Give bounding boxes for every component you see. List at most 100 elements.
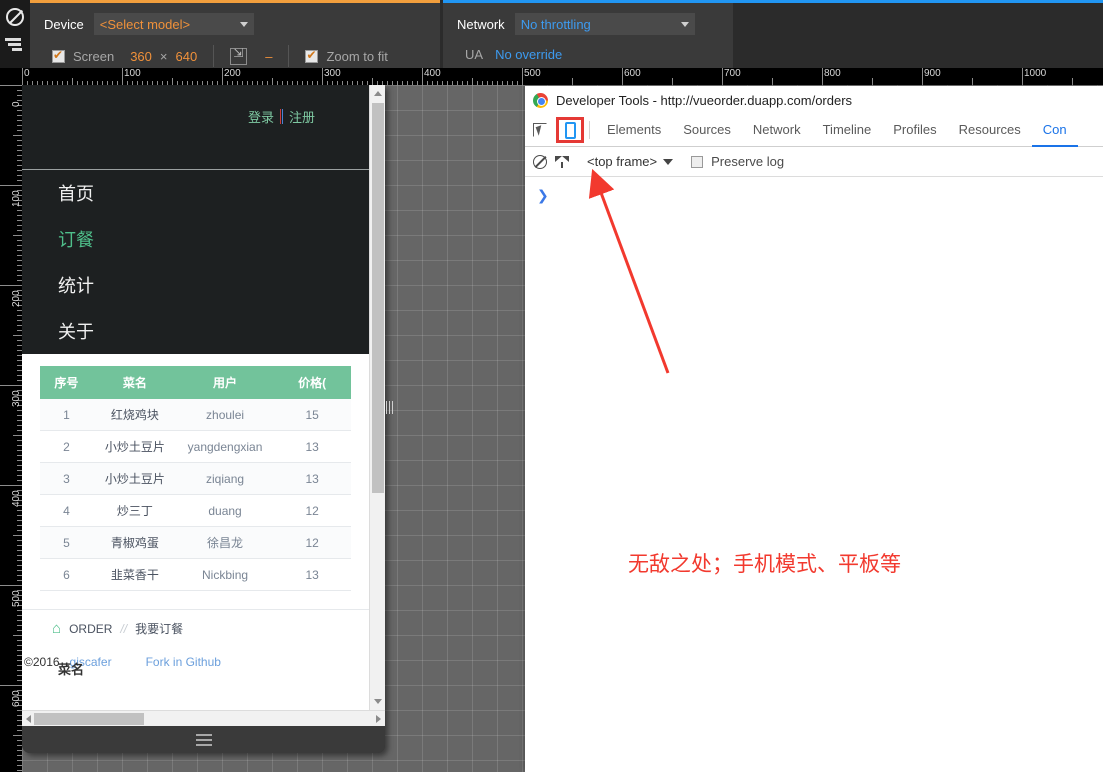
ruler-label: 200: [11, 290, 22, 307]
table-row: 3 小炒土豆片 ziqiang 13: [40, 462, 351, 495]
nav-item-about[interactable]: 关于: [22, 308, 369, 354]
footer-slash: //: [120, 621, 128, 636]
preserve-log-label: Preserve log: [711, 154, 785, 169]
device-screen: 登录 注册 首页 订餐 统计 关于 序号 菜名 用户 价格(1 红烧鸡块 zh…: [22, 85, 385, 726]
horizontal-scroll-thumb[interactable]: [34, 713, 144, 725]
filter-icon[interactable]: [555, 155, 569, 169]
ruler-tick: [122, 68, 123, 85]
fork-github-link[interactable]: Fork in Github: [146, 655, 221, 669]
footer-order-link[interactable]: 我要订餐: [135, 620, 183, 637]
cell-user: zhoulei: [176, 399, 274, 431]
network-throttling-value: No throttling: [520, 16, 591, 32]
scroll-left-arrow-icon[interactable]: [26, 715, 31, 723]
clear-console-icon[interactable]: [533, 154, 547, 169]
times-symbol: ×: [159, 48, 168, 64]
ruler-tick: [322, 68, 323, 85]
tab-console[interactable]: Con: [1031, 114, 1078, 147]
console-prompt-icon: ❯: [537, 187, 549, 203]
main-nav: 首页 订餐 统计 关于: [22, 169, 369, 354]
login-link[interactable]: 登录: [248, 107, 274, 126]
console-output-area[interactable]: ❯ 无敌之处；手机模式、平板等: [525, 177, 1103, 772]
device-label: Device: [44, 16, 84, 32]
swap-dimensions-button[interactable]: [230, 46, 248, 65]
tab-profiles[interactable]: Profiles: [882, 114, 947, 147]
scroll-down-arrow-icon[interactable]: [374, 699, 382, 704]
ua-label: UA: [465, 47, 484, 62]
scroll-right-arrow-icon[interactable]: [376, 715, 381, 723]
device-model-select[interactable]: <Select model>: [93, 13, 254, 35]
vertical-scroll-thumb[interactable]: [372, 103, 384, 493]
network-throttling-select[interactable]: No throttling: [514, 13, 695, 35]
toolbar-empty-area: [733, 0, 1103, 68]
cell-dish: 青椒鸡蛋: [92, 526, 177, 559]
screen-height-input[interactable]: 640: [176, 49, 198, 64]
preserve-log-checkbox[interactable]: [691, 155, 704, 168]
orders-table: 序号 菜名 用户 价格( 1 红烧鸡块 zhoulei 15 2 小炒土豆片 yangden…: [40, 366, 351, 591]
cell-user: 徐昌龙: [176, 526, 274, 559]
ruler-label: 0: [11, 101, 22, 107]
viewport-resize-handle[interactable]: [385, 396, 394, 418]
device-model-value: <Select model>: [99, 16, 191, 32]
screen-checkbox[interactable]: [52, 48, 65, 63]
tab-resources[interactable]: Resources: [948, 114, 1032, 147]
ruler-tick: [72, 78, 73, 85]
hamburger-menu-icon[interactable]: [195, 731, 212, 749]
tab-timeline[interactable]: Timeline: [812, 114, 883, 147]
ruler-tick: [13, 635, 22, 636]
block-icon[interactable]: [6, 8, 24, 26]
divider: [288, 45, 290, 67]
register-link[interactable]: 注册: [289, 107, 315, 126]
page-horizontal-scrollbar[interactable]: [22, 710, 385, 726]
cell-dish: 韭菜香干: [92, 558, 177, 591]
tab-network[interactable]: Network: [742, 114, 812, 147]
tab-elements[interactable]: Elements: [596, 114, 672, 147]
ruler-label: 400: [11, 490, 22, 507]
screen-width-input[interactable]: 360: [130, 49, 152, 64]
col-header-index[interactable]: 序号: [40, 366, 93, 399]
ruler-tick: [372, 78, 373, 85]
ruler-corner: [0, 68, 22, 85]
auth-divider-icon: [279, 109, 283, 124]
device-frame: 登录 注册 首页 订餐 统计 关于 序号 菜名 用户 价格(1 红烧鸡块 zh…: [22, 85, 385, 753]
ruler-label: 300: [11, 390, 22, 407]
ruler-tick: [0, 285, 22, 286]
cell-dish: 小炒土豆片: [92, 462, 177, 495]
ruler-tick: [22, 68, 23, 85]
page-header: 登录 注册: [22, 85, 369, 169]
ruler-label: 900: [924, 68, 941, 79]
scroll-up-arrow-icon[interactable]: [374, 91, 382, 96]
device-toolbar-button[interactable]: [555, 114, 585, 147]
ruler-tick: [572, 78, 573, 85]
ruler-tick: [672, 78, 673, 85]
nav-item-order[interactable]: 订餐: [22, 216, 369, 262]
overlapping-text-artifact: 菜名: [58, 662, 85, 677]
zoom-to-fit-label: Zoom to fit: [326, 48, 388, 64]
tab-sources[interactable]: Sources: [672, 114, 742, 147]
chrome-logo-icon: [533, 92, 548, 108]
network-settings-panel: Network No throttling UA No override: [443, 0, 733, 68]
col-header-user[interactable]: 用户: [176, 366, 274, 399]
cell-dish: 小炒土豆片: [92, 430, 177, 463]
chevron-down-icon: [680, 22, 689, 27]
ruler-tick: [972, 78, 973, 85]
nav-item-stats[interactable]: 统计: [22, 262, 369, 308]
inspect-element-button[interactable]: [525, 114, 555, 147]
ruler-tick: [13, 535, 22, 536]
ruler-tick: [0, 485, 22, 486]
ruler-tick: [522, 68, 523, 85]
zoom-to-fit-checkbox[interactable]: [305, 48, 319, 63]
auth-links: 登录 注册: [248, 107, 315, 126]
frame-selector[interactable]: <top frame>: [587, 154, 674, 169]
ua-override-value[interactable]: No override: [495, 47, 562, 62]
device-toolbar-icon: [564, 121, 576, 139]
nav-item-home[interactable]: 首页: [22, 170, 369, 216]
col-header-dish[interactable]: 菜名: [92, 366, 177, 399]
page-vertical-scrollbar[interactable]: [369, 85, 385, 710]
throttle-icon[interactable]: [5, 38, 26, 54]
ruler-tick: [13, 135, 22, 136]
col-header-price[interactable]: 价格(: [273, 366, 351, 399]
device-pixel-ratio-value[interactable]: –: [265, 49, 272, 64]
ruler-tick: [872, 78, 873, 85]
annotation-text: 无敌之处；手机模式、平板等: [628, 553, 901, 576]
divider: [213, 45, 215, 67]
